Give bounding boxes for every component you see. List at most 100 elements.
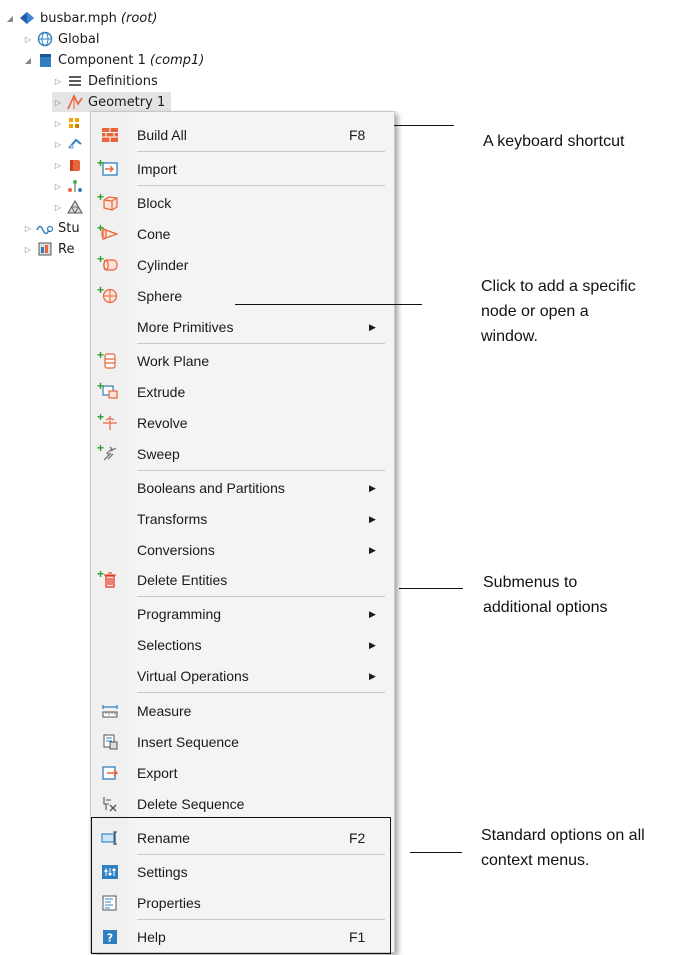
tree-item-mesh[interactable]: ▷ [52,197,88,217]
menu-item-label: Delete Entities [137,572,228,588]
annotation-click-line1: Click to add a specific [481,278,636,295]
expand-triangle-icon[interactable]: ▷ [52,203,64,212]
expand-triangle-icon[interactable]: ▷ [52,161,64,170]
revolve-icon: + [93,411,127,435]
menu-separator [137,596,385,597]
study-icon [36,225,54,235]
measure-icon [93,699,127,723]
import-icon: + [93,157,127,181]
delete-sequence-icon [93,792,127,816]
tree-item-physics[interactable]: ▷ [52,134,88,154]
tree-item-component[interactable]: ◢ Component 1 (comp1) [22,50,204,70]
menu-item-build-all[interactable]: Build All F8 [91,122,394,148]
menu-item-cylinder[interactable]: + Cylinder [91,252,394,278]
extrude-icon: + [93,380,127,404]
menu-item-more-primitives[interactable]: More Primitives ▶ [91,314,394,340]
tree-item-materials[interactable]: ▷ [52,113,88,133]
tree-root-label: busbar.mph [40,10,117,26]
block-icon: + [93,191,127,215]
menu-item-sweep[interactable]: + Sweep [91,441,394,467]
menu-item-booleans-and-partitions[interactable]: Booleans and Partitions ▶ [91,475,394,501]
menu-item-transforms[interactable]: Transforms ▶ [91,506,394,532]
collapse-triangle-icon[interactable]: ◢ [22,56,34,65]
annotation-click-line2: node or open a [481,303,589,320]
menu-item-work-plane[interactable]: + Work Plane [91,348,394,374]
expand-triangle-icon[interactable]: ▷ [22,245,34,254]
menu-separator [137,185,385,186]
standard-options-highlight-box [91,817,391,954]
add-plus-icon: + [97,567,105,581]
menu-item-import[interactable]: + Import [91,156,394,182]
menu-item-label: Transforms [137,511,208,527]
menu-item-label: Booleans and Partitions [137,480,285,496]
tree-item-global[interactable]: ▷ Global [22,29,100,49]
menu-item-label: Block [137,195,172,211]
menu-item-selections[interactable]: Selections ▶ [91,632,394,658]
sweep-icon: + [93,442,127,466]
expand-triangle-icon[interactable]: ▷ [22,35,34,44]
tree-item-study[interactable]: ▷ Stu [22,218,80,238]
standard-leader-line [410,852,462,853]
menu-item-label: Delete Sequence [137,796,245,812]
annotation-shortcut: A keyboard shortcut [483,133,625,150]
add-plus-icon: + [97,348,105,362]
menu-separator [137,151,385,152]
tree-item-physics-2[interactable]: ▷ [52,155,88,175]
menu-item-cone[interactable]: + Cone [91,221,394,247]
menu-item-extrude[interactable]: + Extrude [91,379,394,405]
menu-item-conversions[interactable]: Conversions ▶ [91,537,394,563]
menu-item-virtual-operations[interactable]: Virtual Operations ▶ [91,663,394,689]
menu-item-sphere[interactable]: + Sphere [91,283,394,309]
menu-item-label: Conversions [137,542,215,558]
geometry-icon [67,94,83,110]
tree-item-multiphysics[interactable]: ▷ [52,176,88,196]
submenu-arrow-icon: ▶ [369,544,376,555]
menu-item-insert-sequence[interactable]: Insert Sequence [91,729,394,755]
component-icon [40,54,51,67]
menu-item-label: Programming [137,606,222,622]
expand-triangle-icon[interactable]: ▷ [52,119,64,128]
annotation-standard-line1: Standard options on all [481,827,645,844]
menu-separator [137,692,385,693]
tree-item-component-note: (comp1) [149,52,205,68]
add-plus-icon: + [97,410,105,424]
menu-item-revolve[interactable]: + Revolve [91,410,394,436]
delete-entities-icon: + [93,568,127,592]
expand-triangle-icon[interactable]: ▷ [52,77,64,86]
multiphysics-icon [68,180,82,192]
expand-triangle-icon[interactable]: ▷ [52,98,64,107]
tree-root[interactable]: ◢ busbar.mph (root) [4,8,158,28]
materials-icon [69,118,79,128]
tree-item-component-label: Component 1 [58,52,146,68]
tree-item-geometry[interactable]: ▷ Geometry 1 [52,92,172,112]
menu-item-label: Work Plane [137,353,210,369]
menu-item-programming[interactable]: Programming ▶ [91,601,394,627]
submenu-arrow-icon: ▶ [369,482,376,493]
add-plus-icon: + [97,441,105,455]
submenus-leader-line [399,588,463,589]
menu-item-block[interactable]: + Block [91,190,394,216]
add-plus-icon: + [97,252,105,266]
results-icon [38,242,52,256]
submenu-arrow-icon: ▶ [369,513,376,524]
menu-item-label: Insert Sequence [137,734,239,750]
sphere-icon: + [93,284,127,308]
menu-item-delete-entities[interactable]: + Delete Entities [91,567,394,593]
submenu-arrow-icon: ▶ [369,639,376,650]
mesh-icon [67,200,83,214]
tree-item-definitions[interactable]: ▷ Definitions [52,71,158,91]
collapse-triangle-icon[interactable]: ◢ [4,14,16,23]
expand-triangle-icon[interactable]: ▷ [52,182,64,191]
menu-item-measure[interactable]: Measure [91,698,394,724]
expand-triangle-icon[interactable]: ▷ [52,140,64,149]
menu-item-label: Build All [137,127,187,143]
expand-triangle-icon[interactable]: ▷ [22,224,34,233]
submenu-arrow-icon: ▶ [369,670,376,681]
menu-item-label: Revolve [137,415,188,431]
export-icon [93,761,127,785]
menu-item-label: Cone [137,226,171,242]
menu-item-export[interactable]: Export [91,760,394,786]
menu-item-delete-sequence[interactable]: Delete Sequence [91,791,394,817]
tree-item-results[interactable]: ▷ Re [22,239,75,259]
work-plane-icon: + [93,349,127,373]
